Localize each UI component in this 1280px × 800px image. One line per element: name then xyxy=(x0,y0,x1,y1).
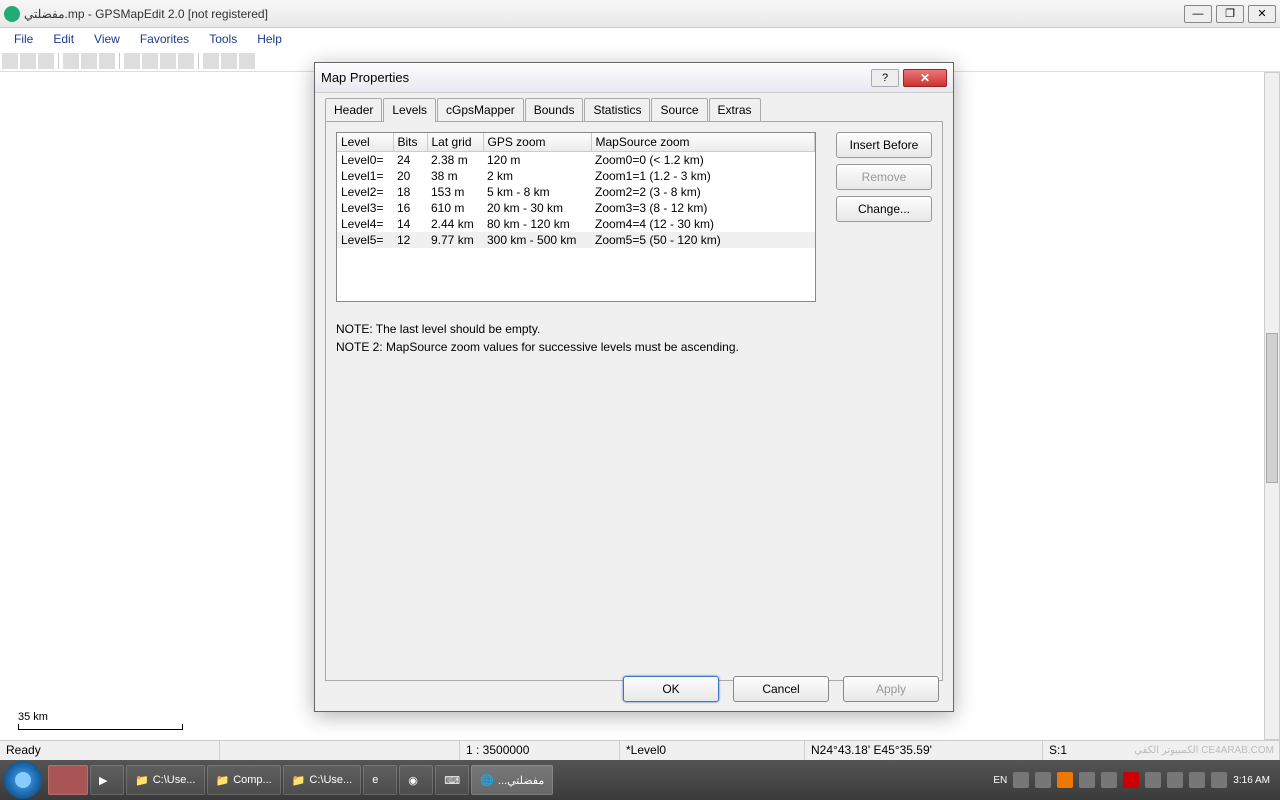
tab-source[interactable]: Source xyxy=(651,98,707,122)
taskbar-chrome[interactable]: ◉ xyxy=(399,765,433,795)
tab-header[interactable]: Header xyxy=(325,98,382,122)
note-1: NOTE: The last level should be empty. xyxy=(336,320,932,338)
status-coords: N24°43.18' E45°35.59' xyxy=(805,741,1043,760)
start-button[interactable] xyxy=(4,761,42,799)
tray-lang[interactable]: EN xyxy=(993,775,1007,786)
menu-tools[interactable]: Tools xyxy=(199,30,247,48)
table-row[interactable]: Level4=142.44 km80 km - 120 kmZoom4=4 (1… xyxy=(337,216,815,232)
taskbar-ie[interactable]: e xyxy=(363,765,397,795)
menu-favorites[interactable]: Favorites xyxy=(130,30,199,48)
minimize-button[interactable]: — xyxy=(1184,5,1212,23)
taskbar-gpsmapedit[interactable]: 🌐...مفضلتي xyxy=(471,765,553,795)
tray-icon[interactable] xyxy=(1189,772,1205,788)
taskbar-item[interactable] xyxy=(48,765,88,795)
vertical-scrollbar[interactable] xyxy=(1264,72,1280,740)
tab-cgpsmapper[interactable]: cGpsMapper xyxy=(437,98,524,122)
col-bits[interactable]: Bits xyxy=(393,133,427,152)
tool-icon[interactable] xyxy=(63,53,79,69)
system-tray[interactable]: EN 3:16 AM xyxy=(993,772,1276,788)
tool-save-icon[interactable] xyxy=(38,53,54,69)
remove-button[interactable]: Remove xyxy=(836,164,932,190)
tool-icon[interactable] xyxy=(160,53,176,69)
windows-logo-icon xyxy=(13,770,33,790)
watermark: الكمبيوتر الكفي CE4ARAB.COM xyxy=(1134,745,1274,756)
statusbar: Ready 1 : 3500000 *Level0 N24°43.18' E45… xyxy=(0,740,1280,760)
menu-edit[interactable]: Edit xyxy=(43,30,84,48)
tool-icon[interactable] xyxy=(142,53,158,69)
tab-bounds[interactable]: Bounds xyxy=(525,98,584,122)
tray-icon[interactable] xyxy=(1145,772,1161,788)
tool-icon[interactable] xyxy=(221,53,237,69)
table-row[interactable]: Level2=18153 m5 km - 8 kmZoom2=2 (3 - 8 … xyxy=(337,184,815,200)
menu-view[interactable]: View xyxy=(84,30,130,48)
col-latgrid[interactable]: Lat grid xyxy=(427,133,483,152)
tool-icon[interactable] xyxy=(239,53,255,69)
tray-flag-icon[interactable] xyxy=(1211,772,1227,788)
table-row[interactable]: Level3=16610 m20 km - 30 kmZoom3=3 (8 - … xyxy=(337,200,815,216)
taskbar-item[interactable]: ▶ xyxy=(90,765,124,795)
tray-ati-icon[interactable] xyxy=(1123,772,1139,788)
ok-button[interactable]: OK xyxy=(623,676,719,702)
table-row[interactable]: Level1=2038 m2 kmZoom1=1 (1.2 - 3 km) xyxy=(337,168,815,184)
main-titlebar: مفضلتي.mp - GPSMapEdit 2.0 [not register… xyxy=(0,0,1280,28)
taskbar-item[interactable]: 📁Comp... xyxy=(207,765,281,795)
taskbar-item[interactable]: 📁C:\Use... xyxy=(283,765,362,795)
taskbar-item[interactable]: 📁C:\Use... xyxy=(126,765,205,795)
tray-icon[interactable] xyxy=(1013,772,1029,788)
tool-icon[interactable] xyxy=(124,53,140,69)
window-title: مفضلتي.mp - GPSMapEdit 2.0 [not register… xyxy=(24,7,1184,21)
tray-icon[interactable] xyxy=(1101,772,1117,788)
col-mapsource[interactable]: MapSource zoom xyxy=(591,133,815,152)
table-row[interactable]: Level5=129.77 km300 km - 500 kmZoom5=5 (… xyxy=(337,232,815,248)
dialog-title: Map Properties xyxy=(321,70,871,85)
status-ready: Ready xyxy=(0,741,220,760)
tool-open-icon[interactable] xyxy=(20,53,36,69)
change-button[interactable]: Change... xyxy=(836,196,932,222)
status-scale: 1 : 3500000 xyxy=(460,741,620,760)
menu-help[interactable]: Help xyxy=(247,30,292,48)
close-button[interactable]: ✕ xyxy=(1248,5,1276,23)
tray-icon[interactable] xyxy=(1057,772,1073,788)
tool-icon[interactable] xyxy=(203,53,219,69)
status-level: *Level0 xyxy=(620,741,805,760)
dialog-close-button[interactable]: ✕ xyxy=(903,69,947,87)
insert-before-button[interactable]: Insert Before xyxy=(836,132,932,158)
tool-icon[interactable] xyxy=(81,53,97,69)
menubar: File Edit View Favorites Tools Help xyxy=(0,28,1280,50)
taskbar-keyboard[interactable]: ⌨ xyxy=(435,765,469,795)
tray-icon[interactable] xyxy=(1167,772,1183,788)
taskbar: ▶ 📁C:\Use... 📁Comp... 📁C:\Use... e ◉ ⌨ 🌐… xyxy=(0,760,1280,800)
dialog-tabs: Header Levels cGpsMapper Bounds Statisti… xyxy=(325,98,943,122)
tool-new-icon[interactable] xyxy=(2,53,18,69)
col-gpszoom[interactable]: GPS zoom xyxy=(483,133,591,152)
scale-bar: 35 km xyxy=(18,711,183,730)
apply-button[interactable]: Apply xyxy=(843,676,939,702)
app-icon xyxy=(4,6,20,22)
cancel-button[interactable]: Cancel xyxy=(733,676,829,702)
tray-icon[interactable] xyxy=(1079,772,1095,788)
tray-icon[interactable] xyxy=(1035,772,1051,788)
col-level[interactable]: Level xyxy=(337,133,393,152)
tab-extras[interactable]: Extras xyxy=(709,98,761,122)
levels-table[interactable]: Level Bits Lat grid GPS zoom MapSource z… xyxy=(336,132,816,302)
tab-levels[interactable]: Levels xyxy=(383,98,436,122)
table-row[interactable]: Level0=242.38 m120 mZoom0=0 (< 1.2 km) xyxy=(337,152,815,169)
tool-icon[interactable] xyxy=(99,53,115,69)
menu-file[interactable]: File xyxy=(4,30,43,48)
tab-statistics[interactable]: Statistics xyxy=(584,98,650,122)
dialog-help-button[interactable]: ? xyxy=(871,69,899,87)
map-properties-dialog: Map Properties ? ✕ Header Levels cGpsMap… xyxy=(314,62,954,712)
maximize-button[interactable]: ❐ xyxy=(1216,5,1244,23)
tray-clock[interactable]: 3:16 AM xyxy=(1233,775,1270,786)
tool-icon[interactable] xyxy=(178,53,194,69)
note-2: NOTE 2: MapSource zoom values for succes… xyxy=(336,338,932,356)
